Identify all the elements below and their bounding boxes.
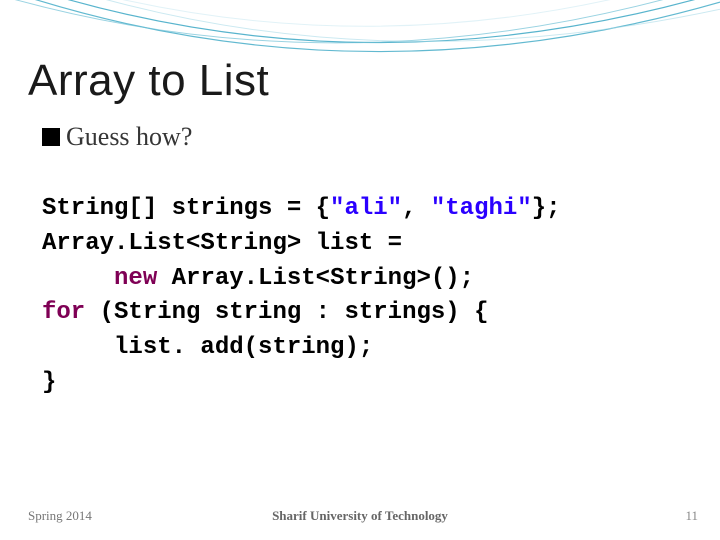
code-block: String[] strings = {"ali", "taghi"}; Arr… bbox=[42, 192, 561, 401]
subtitle-text: Guess how? bbox=[66, 122, 192, 152]
footer-org: Sharif University of Technology bbox=[0, 508, 720, 524]
code-line-3: new Array.List<String>(); bbox=[42, 265, 474, 292]
code-line-1: String[] strings = {"ali", "taghi"}; bbox=[42, 195, 561, 222]
code-line-6: } bbox=[42, 369, 56, 396]
bullet-icon bbox=[42, 128, 60, 146]
code-line-5: list. add(string); bbox=[42, 334, 373, 361]
slide-title: Array to List bbox=[28, 56, 269, 106]
page-number: 11 bbox=[685, 508, 698, 524]
subtitle-row: Guess how? bbox=[42, 122, 192, 152]
code-line-4: for (String string : strings) { bbox=[42, 299, 488, 326]
code-line-2: Array.List<String> list = bbox=[42, 230, 416, 257]
